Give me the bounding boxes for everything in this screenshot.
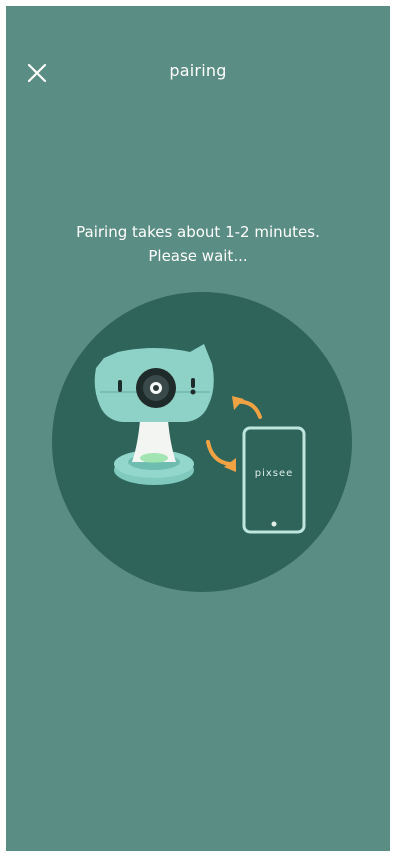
pairing-message-line-2: Please wait... xyxy=(148,247,248,265)
pairing-message: Pairing takes about 1-2 minutes. Please … xyxy=(26,220,370,268)
pairing-screen: pairing Pairing takes about 1-2 minutes.… xyxy=(6,6,390,851)
pairing-illustration: pixsee xyxy=(52,292,352,592)
pairing-message-line-1: Pairing takes about 1-2 minutes. xyxy=(76,223,320,241)
header: pairing xyxy=(6,6,390,136)
page-title: pairing xyxy=(169,61,227,80)
illustration-graphic: pixsee xyxy=(52,292,352,592)
illustration-circle xyxy=(52,292,352,592)
phone-brand-label: pixsee xyxy=(255,468,294,479)
